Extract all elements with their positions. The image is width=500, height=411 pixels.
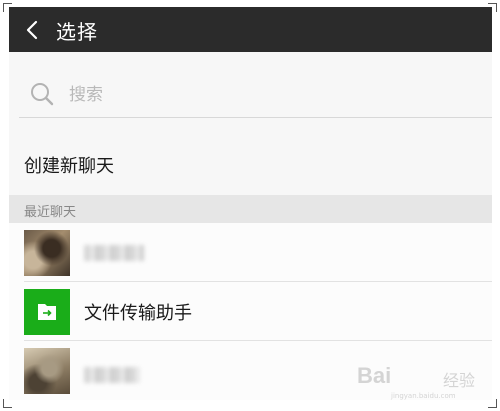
frame-corner — [3, 3, 12, 12]
watermark-url: jingyan.baidu.com — [391, 392, 456, 400]
avatar — [24, 230, 70, 276]
title-bar: 选择 — [9, 7, 492, 52]
frame-corner — [488, 399, 497, 408]
blurred-contact-name — [84, 367, 140, 383]
search-bar — [19, 79, 492, 119]
search-underline — [19, 117, 492, 118]
frame-corner — [488, 3, 497, 12]
contact-name: 文件传输助手 — [84, 303, 192, 324]
recent-chat-item-file-transfer[interactable]: 文件传输助手 — [9, 282, 492, 341]
search-input[interactable] — [67, 81, 371, 109]
recent-chats-label: 最近聊天 — [24, 205, 77, 220]
baidu-jingyan-watermark: Bai 经验 jingyan.baidu.com — [357, 363, 477, 400]
recent-chats-header: 最近聊天 — [9, 195, 492, 223]
folder-icon — [38, 304, 56, 320]
search-icon — [31, 83, 54, 106]
create-new-chat-label: 创建新聊天 — [24, 156, 114, 177]
file-transfer-avatar — [24, 289, 70, 335]
app-screen: 选择 创建新聊天 最近聊天 文件传输助手 — [9, 7, 492, 400]
watermark-logo: Bai — [357, 363, 392, 388]
watermark-text: 经验 — [443, 371, 476, 390]
recent-chat-item[interactable] — [9, 223, 492, 282]
frame-corner — [3, 399, 12, 408]
create-new-chat-button[interactable]: 创建新聊天 — [9, 142, 492, 192]
page-title: 选择 — [56, 20, 98, 44]
blurred-contact-name — [84, 245, 144, 261]
back-arrow-icon[interactable] — [25, 20, 39, 40]
avatar — [24, 348, 70, 394]
